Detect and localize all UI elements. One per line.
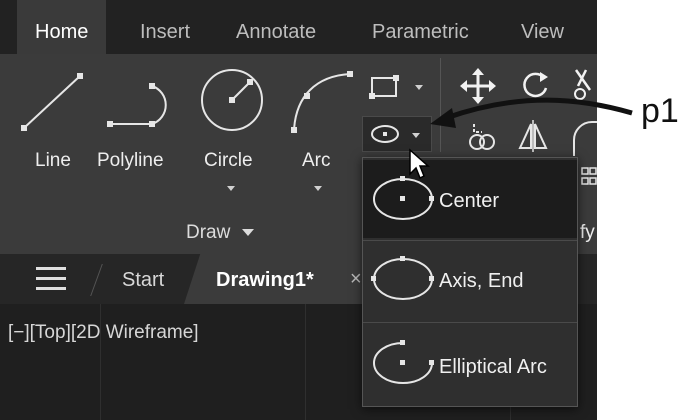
arc-icon bbox=[291, 71, 353, 133]
polyline-tool-button[interactable]: Polyline bbox=[96, 62, 182, 192]
arc-dropdown-caret[interactable] bbox=[314, 186, 322, 191]
hamburger-menu-icon[interactable] bbox=[36, 267, 66, 291]
circle-tool-button[interactable]: Circle bbox=[196, 62, 268, 192]
mirror-icon[interactable] bbox=[516, 120, 550, 152]
autocad-window: Home Insert Annotate Parametric View Lin… bbox=[0, 0, 597, 420]
ribbon-tab-bar: Home Insert Annotate Parametric View bbox=[0, 0, 597, 54]
rectangle-dropdown-caret[interactable] bbox=[415, 85, 423, 90]
arc-tool-button[interactable]: Arc bbox=[286, 62, 356, 192]
callout-label: p1 bbox=[641, 92, 679, 130]
tab-home[interactable]: Home bbox=[17, 0, 107, 54]
draw-panel-label: Draw bbox=[186, 222, 231, 243]
panel-separator bbox=[440, 58, 441, 152]
ellipse-dropdown-menu: Center Axis, End Elliptical Arc bbox=[362, 157, 578, 407]
ellipse-axis-end-option[interactable]: Axis, End bbox=[363, 242, 577, 320]
tab-annotate[interactable]: Annotate bbox=[236, 0, 316, 54]
ellipse-icon bbox=[371, 125, 399, 143]
ellipse-axis-end-label: Axis, End bbox=[439, 270, 524, 292]
line-tool-button[interactable]: Line bbox=[14, 62, 84, 192]
copy-icon[interactable] bbox=[466, 120, 498, 152]
mouse-cursor-icon bbox=[409, 148, 430, 180]
elliptical-arc-option[interactable]: Elliptical Arc bbox=[363, 324, 577, 402]
grid-line bbox=[305, 304, 306, 420]
ellipse-center-icon bbox=[373, 176, 434, 220]
tab-parametric[interactable]: Parametric bbox=[372, 0, 469, 54]
circle-icon bbox=[201, 69, 263, 131]
rectangle-icon bbox=[369, 75, 399, 99]
tab-divider bbox=[90, 264, 103, 296]
move-icon[interactable] bbox=[460, 68, 496, 104]
modify-panel-title[interactable]: fy bbox=[580, 222, 595, 244]
tab-view[interactable]: View bbox=[521, 0, 564, 54]
elliptical-arc-label: Elliptical Arc bbox=[439, 356, 547, 378]
circle-dropdown-caret[interactable] bbox=[227, 186, 235, 191]
draw-panel-title[interactable]: Draw bbox=[186, 222, 254, 244]
tab-start[interactable]: Start bbox=[122, 269, 164, 292]
arc-tool-label: Arc bbox=[302, 150, 331, 171]
ellipse-center-option[interactable]: Center bbox=[363, 160, 577, 238]
trim-icon[interactable] bbox=[572, 68, 597, 102]
line-tool-label: Line bbox=[35, 150, 71, 171]
line-icon bbox=[21, 73, 83, 131]
array-icon[interactable] bbox=[580, 166, 597, 196]
ellipse-tool-button[interactable] bbox=[362, 116, 432, 152]
polyline-tool-label: Polyline bbox=[97, 150, 164, 171]
polyline-icon bbox=[107, 83, 167, 127]
rotate-icon[interactable] bbox=[518, 68, 552, 102]
fillet-icon[interactable] bbox=[570, 118, 597, 158]
tab-drawing1-label: Drawing1* bbox=[216, 269, 314, 291]
viewport-controls-label[interactable]: [−][Top][2D Wireframe] bbox=[8, 322, 199, 344]
rectangle-tool-button[interactable] bbox=[364, 70, 428, 104]
menu-separator bbox=[363, 322, 577, 323]
ellipse-axis-end-icon bbox=[371, 256, 434, 300]
tab-insert[interactable]: Insert bbox=[140, 0, 190, 54]
ellipse-dropdown-caret[interactable] bbox=[412, 133, 420, 138]
circle-tool-label: Circle bbox=[204, 150, 253, 171]
elliptical-arc-icon bbox=[373, 340, 434, 384]
draw-panel-expand-icon[interactable] bbox=[241, 229, 254, 237]
menu-separator bbox=[363, 240, 577, 241]
tab-close-icon[interactable]: × bbox=[350, 268, 362, 291]
ellipse-center-label: Center bbox=[439, 190, 500, 212]
